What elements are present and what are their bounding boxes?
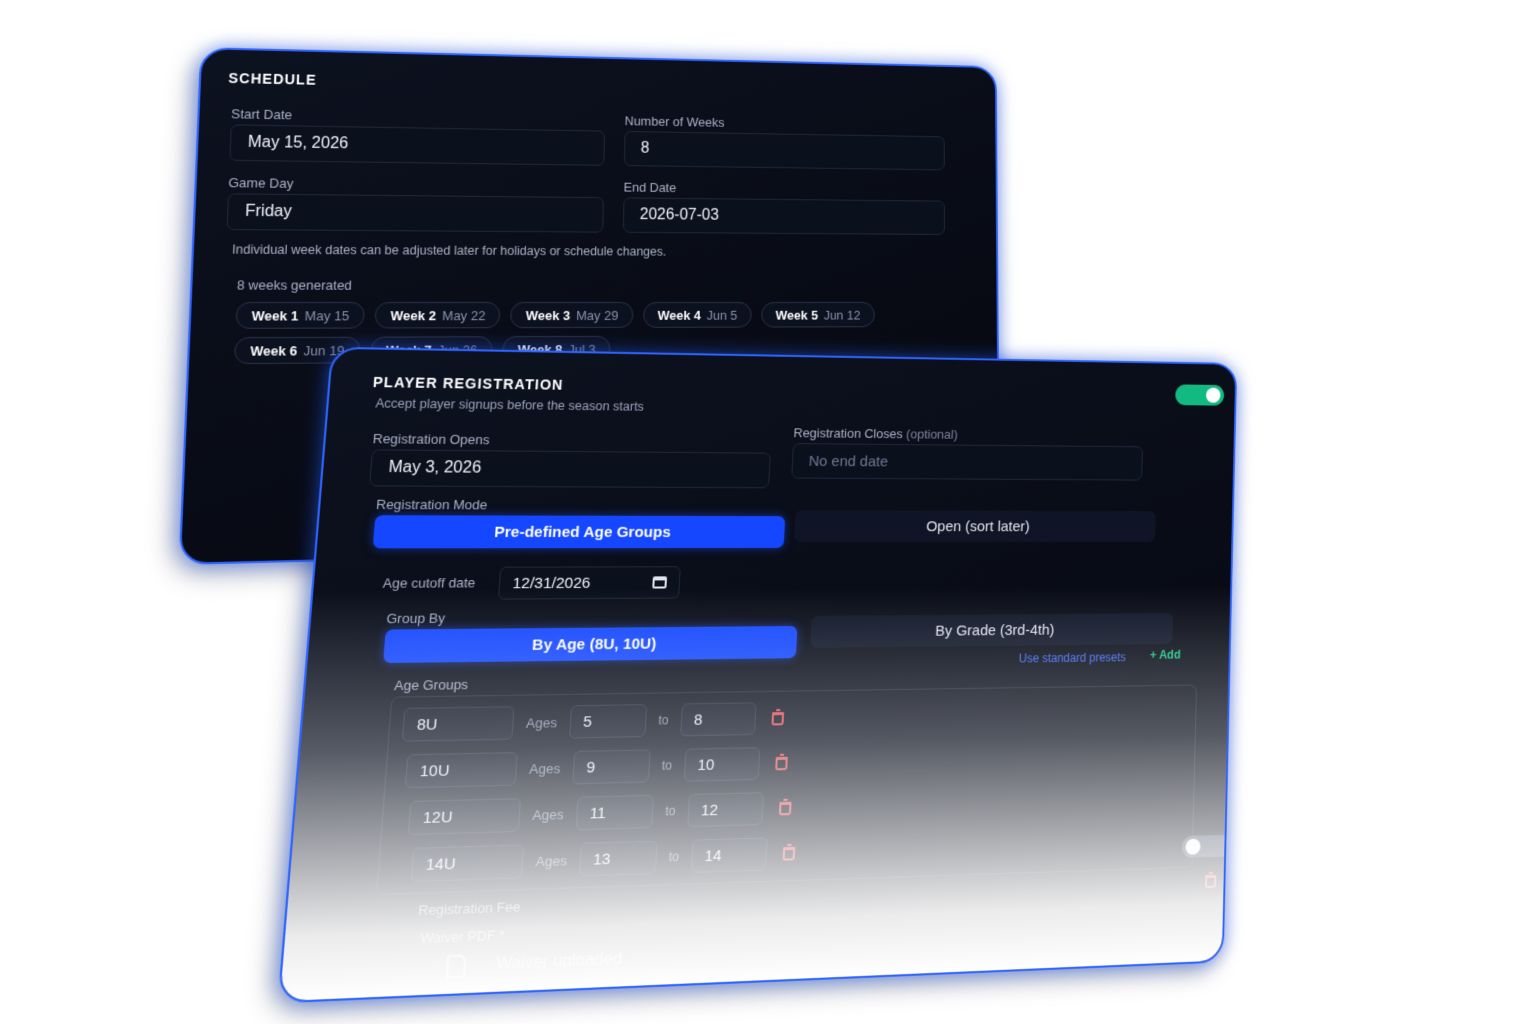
week-chip-date: May 29: [576, 307, 619, 323]
calendar-icon[interactable]: [652, 576, 668, 589]
age-max-field[interactable]: 12: [686, 792, 764, 828]
age-min-field[interactable]: 5: [568, 704, 647, 739]
ages-label: Ages: [532, 806, 565, 823]
age-min-field[interactable]: 11: [575, 794, 654, 831]
week-chip-date: Jun 5: [706, 307, 738, 323]
age-group-name-field[interactable]: 8U: [401, 706, 515, 742]
week-chip-date: Jun 12: [823, 307, 861, 322]
registration-closes-label: Registration Closes (optional): [793, 425, 959, 442]
age-min-field[interactable]: 9: [571, 749, 651, 785]
group-by-age-button[interactable]: By Age (8U, 10U): [383, 625, 798, 664]
week-chip[interactable]: Week 5 Jun 12: [761, 302, 875, 328]
age-group-name-field[interactable]: 12U: [407, 798, 522, 836]
age-cutoff-date-input[interactable]: 12/31/2026: [497, 566, 681, 600]
to-label: to: [657, 712, 669, 728]
number-of-weeks-field[interactable]: 8: [623, 130, 945, 171]
week-chip-label: Week 5: [775, 307, 819, 323]
delete-fee-icon[interactable]: [1204, 874, 1217, 889]
week-chip[interactable]: Week 2 May 22: [374, 302, 501, 329]
age-max-field[interactable]: 8: [679, 702, 757, 737]
registration-opens-label: Registration Opens: [372, 430, 491, 448]
start-date-field[interactable]: May 15, 2026: [229, 124, 605, 166]
schedule-note: Individual week dates can be adjusted la…: [231, 242, 667, 259]
file-icon: [445, 954, 467, 979]
waiver-pdf-label: Waiver PDF *: [419, 926, 506, 947]
trash-icon[interactable]: [774, 756, 788, 770]
age-group-name-field[interactable]: 10U: [404, 752, 518, 789]
use-standard-presets-link[interactable]: Use standard presets: [1019, 650, 1127, 665]
age-max-field[interactable]: 14: [690, 837, 768, 874]
age-min-field[interactable]: 13: [578, 840, 658, 877]
week-chip-date: May 22: [442, 307, 486, 323]
start-date-label: Start Date: [230, 106, 293, 123]
age-max-field[interactable]: 10: [683, 747, 760, 782]
registration-fee-label: Registration Fee: [417, 898, 521, 919]
ages-label: Ages: [528, 760, 561, 777]
age-cutoff-value: 12/31/2026: [512, 574, 591, 592]
registration-subtitle: Accept player signups before the season …: [375, 396, 645, 414]
game-day-label: Game Day: [228, 175, 294, 191]
number-of-weeks-label: Number of Weeks: [624, 113, 725, 130]
week-chip-date: May 15: [304, 307, 350, 324]
registration-title: PLAYER REGISTRATION: [372, 373, 564, 393]
week-chip-label: Week 3: [525, 307, 571, 323]
age-groups-list: 8U Ages 5 to 8 10U Ages 9 to 10 12U Ages 11 to 12 14U Ag…: [376, 684, 1198, 896]
age-group-name-field[interactable]: 14U: [410, 844, 525, 883]
game-day-field[interactable]: Friday: [226, 193, 604, 233]
age-group-row: 8U Ages 5 to 8: [401, 693, 1209, 744]
trash-icon[interactable]: [778, 801, 792, 815]
age-groups-label: Age Groups: [393, 676, 469, 694]
week-chip-label: Week 6: [250, 342, 298, 359]
weeks-generated-label: 8 weeks generated: [236, 277, 353, 293]
week-chip-label: Week 1: [251, 307, 299, 324]
trash-icon[interactable]: [771, 711, 784, 725]
end-date-field[interactable]: 2026-07-03: [622, 197, 945, 235]
add-age-group-button[interactable]: + Add: [1150, 648, 1181, 662]
mode-open-sort-later-button[interactable]: Open (sort later): [793, 510, 1156, 542]
to-label: to: [664, 803, 676, 819]
registration-toggle[interactable]: [1175, 384, 1225, 406]
waiver-status: Waiver uploaded: [495, 950, 623, 974]
to-label: to: [668, 849, 680, 865]
ages-label: Ages: [525, 714, 558, 731]
mode-predefined-age-groups-button[interactable]: Pre-defined Age Groups: [372, 515, 786, 549]
registration-mode-label: Registration Mode: [375, 496, 488, 513]
toggle-knob: [1185, 838, 1201, 855]
end-date-label: End Date: [623, 179, 677, 195]
group-by-label: Group By: [385, 610, 446, 627]
schedule-title: SCHEDULE: [228, 69, 317, 88]
week-chip[interactable]: Week 1 May 15: [235, 302, 366, 329]
week-chip-label: Week 4: [657, 307, 701, 323]
trash-icon[interactable]: [782, 846, 795, 861]
to-label: to: [661, 758, 673, 773]
week-chip-label: Week 2: [390, 307, 437, 323]
registration-closes-field[interactable]: No end date: [791, 443, 1144, 481]
week-chip[interactable]: Week 4 Jun 5: [642, 302, 752, 328]
toggle-knob: [1205, 387, 1221, 403]
player-registration-card: PLAYER REGISTRATION Accept player signup…: [277, 346, 1238, 1004]
registration-fee-toggle[interactable]: [1181, 834, 1233, 859]
group-by-grade-button[interactable]: By Grade (3rd-4th): [810, 613, 1174, 648]
registration-opens-field[interactable]: May 3, 2026: [369, 449, 771, 489]
age-cutoff-label: Age cutoff date: [382, 575, 476, 591]
week-chip[interactable]: Week 3 May 29: [510, 302, 634, 329]
ages-label: Ages: [535, 852, 568, 870]
